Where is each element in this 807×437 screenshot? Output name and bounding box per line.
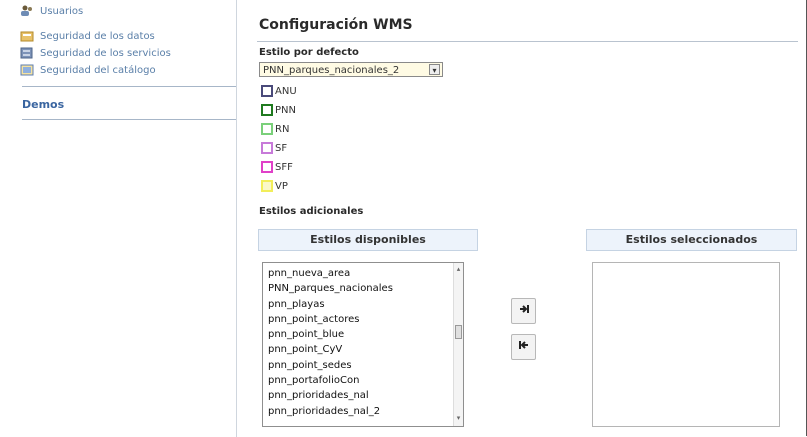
list-item[interactable]: pnn_nueva_area <box>263 266 463 281</box>
users-icon <box>20 5 34 17</box>
legend-label: ANU <box>275 85 297 97</box>
sidebar-item-seguridad-catalogo[interactable]: Seguridad del catálogo <box>20 63 156 77</box>
chevron-down-icon[interactable]: ▾ <box>429 64 440 75</box>
legend-swatch <box>261 142 273 154</box>
sidebar-divider <box>22 86 236 87</box>
sidebar-item-label: Usuarios <box>40 5 84 17</box>
list-item[interactable]: pnn_prioridades_nal_2 <box>263 404 463 419</box>
sidebar-divider <box>22 119 236 120</box>
catalog-security-icon <box>20 64 34 76</box>
legend-item: PNN <box>261 102 296 118</box>
sidebar-item-usuarios[interactable]: Usuarios <box>20 4 83 18</box>
list-item[interactable]: pnn_point_sedes <box>263 358 463 373</box>
remove-style-button[interactable] <box>511 334 536 360</box>
move-left-icon <box>518 339 530 355</box>
column-separator <box>236 0 237 437</box>
page-title: Configuración WMS <box>259 17 413 33</box>
list-item[interactable]: pnn_point_CyV <box>263 342 463 357</box>
list-item[interactable]: pnn_point_actores <box>263 312 463 327</box>
legend-item: VP <box>261 178 288 194</box>
list-item[interactable]: pnn_prioridades_nal <box>263 388 463 403</box>
legend-label: VP <box>275 180 288 192</box>
sidebar-item-demos[interactable]: Demos <box>22 98 64 111</box>
selected-styles-header: Estilos seleccionados <box>586 229 797 251</box>
legend-label: SF <box>275 142 288 154</box>
legend-swatch <box>261 104 273 116</box>
available-styles-list[interactable]: pnn_nueva_area PNN_parques_nacionales pn… <box>262 262 464 427</box>
additional-styles-label: Estilos adicionales <box>259 206 364 217</box>
wms-config-panel: Configuración WMS Estilo por defecto PNN… <box>257 0 798 437</box>
sidebar-item-seguridad-datos[interactable]: Seguridad de los datos <box>20 29 155 43</box>
legend-item: RN <box>261 121 289 137</box>
data-security-icon <box>20 30 34 42</box>
default-style-label: Estilo por defecto <box>259 47 359 58</box>
legend-item: SFF <box>261 159 293 175</box>
list-item[interactable]: pnn_playas <box>263 297 463 312</box>
sidebar-item-label: Seguridad del catálogo <box>40 64 156 76</box>
list-item[interactable]: PNN_parques_nacionales <box>263 281 463 296</box>
move-right-icon <box>518 303 530 319</box>
legend-label: RN <box>275 123 290 135</box>
sidebar-item-seguridad-servicios[interactable]: Seguridad de los servicios <box>20 46 171 60</box>
title-divider <box>257 41 798 42</box>
legend-swatch <box>261 85 273 97</box>
legend-swatch <box>261 180 273 192</box>
legend-item: SF <box>261 140 287 156</box>
default-style-select[interactable]: PNN_parques_nacionales_2 ▾ <box>259 62 443 77</box>
add-style-button[interactable] <box>511 298 536 324</box>
sidebar-item-label: Seguridad de los datos <box>40 30 155 42</box>
services-security-icon <box>20 47 34 59</box>
list-scrollbar[interactable]: ▴ ▾ <box>453 263 463 426</box>
available-styles-header: Estilos disponibles <box>258 229 478 251</box>
sidebar-item-label: Seguridad de los servicios <box>40 47 171 59</box>
legend-swatch <box>261 123 273 135</box>
legend-label: PNN <box>275 104 296 116</box>
list-item[interactable]: pnn_portafolioCon <box>263 373 463 388</box>
default-style-value: PNN_parques_nacionales_2 <box>263 65 400 76</box>
list-item[interactable]: pnn_point_blue <box>263 327 463 342</box>
scrollbar-thumb[interactable] <box>455 325 462 339</box>
scroll-up-icon[interactable]: ▴ <box>454 265 463 275</box>
selected-styles-list[interactable] <box>592 262 780 427</box>
legend-label: SFF <box>275 161 293 173</box>
legend-swatch <box>261 161 273 173</box>
legend-item: ANU <box>261 83 297 99</box>
scroll-down-icon[interactable]: ▾ <box>454 414 463 424</box>
